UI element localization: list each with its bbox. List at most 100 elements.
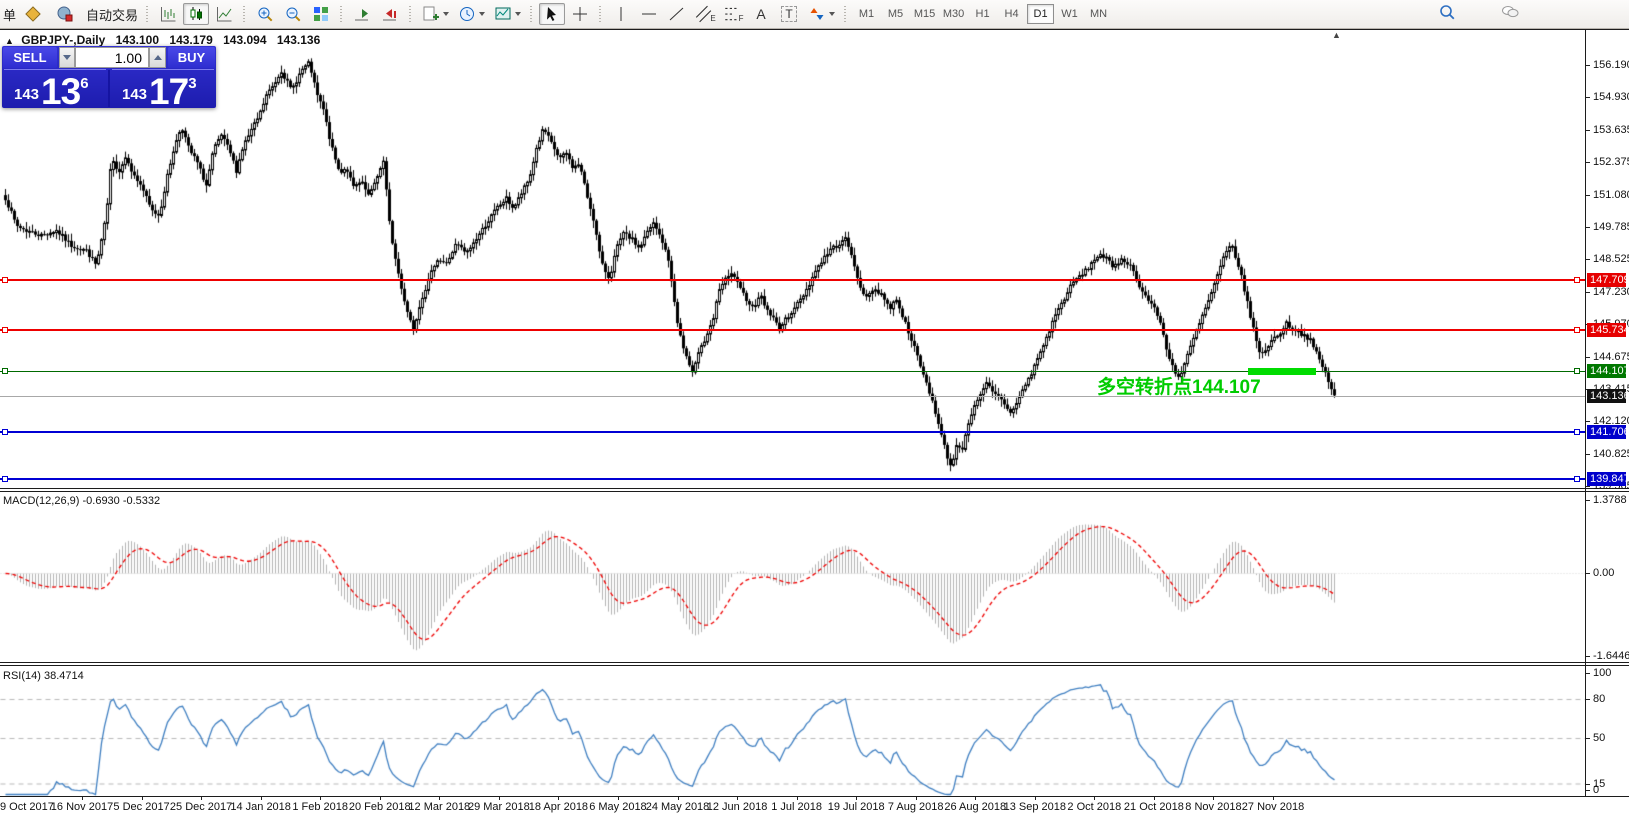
timeframe-h4[interactable]: H4: [998, 4, 1025, 24]
text-label-tool[interactable]: T: [776, 3, 802, 25]
time-axis-tick: [916, 797, 917, 800]
time-axis-label: 21 Oct 2018: [1124, 801, 1184, 813]
fibonacci-tool[interactable]: F: [720, 3, 746, 25]
timeframe-m5[interactable]: M5: [882, 4, 909, 24]
time-axis-tick: [1154, 797, 1155, 800]
volume-decrease-button[interactable]: [59, 47, 75, 68]
arrows-tool[interactable]: [804, 3, 838, 25]
time-axis-label: 1 Feb 2018: [292, 801, 348, 813]
macd-axis-tick: [1586, 573, 1590, 574]
periods-button[interactable]: [454, 3, 488, 25]
horizontal-line[interactable]: [0, 371, 1585, 372]
time-axis-label: 9 Oct 2017: [0, 801, 54, 813]
time-axis-tick: [856, 797, 857, 800]
time-axis-label: 14 Jan 2018: [230, 801, 291, 813]
price-axis-border: [1585, 30, 1586, 796]
timeframe-m15[interactable]: M15: [911, 4, 938, 24]
time-axis-tick: [1213, 797, 1214, 800]
line-handle[interactable]: [1574, 429, 1580, 435]
time-axis-label: 12 Jun 2018: [707, 801, 768, 813]
chart-shift-button[interactable]: [377, 3, 403, 25]
chart-bars-button[interactable]: [155, 3, 181, 25]
timeframe-d1[interactable]: D1: [1027, 4, 1054, 24]
buy-price[interactable]: 143 17 3: [122, 71, 197, 107]
equidistant-channel-tool[interactable]: E: [692, 3, 718, 25]
buy-button[interactable]: BUY: [168, 47, 215, 68]
line-handle[interactable]: [1574, 368, 1580, 374]
auto-scroll-button[interactable]: [349, 3, 375, 25]
line-handle[interactable]: [2, 327, 8, 333]
rsi-axis-tick: [1586, 673, 1590, 674]
buy-price-big: 17: [149, 76, 188, 107]
line-handle[interactable]: [1574, 327, 1580, 333]
toolbar-grip: [338, 4, 345, 24]
chart-line-button[interactable]: [211, 3, 237, 25]
line-handle[interactable]: [2, 277, 8, 283]
pane-separator[interactable]: [0, 662, 1629, 663]
timeframe-mn[interactable]: MN: [1085, 4, 1112, 24]
price-axis-tick: [1586, 259, 1590, 260]
timeframe-m1[interactable]: M1: [853, 4, 880, 24]
templates-button[interactable]: [490, 3, 524, 25]
chat-icon[interactable]: [1498, 3, 1522, 21]
main-chart-canvas[interactable]: [0, 30, 1585, 488]
pane-separator[interactable]: [0, 665, 1629, 666]
sell-price[interactable]: 143 13 6: [14, 71, 89, 107]
vertical-line-tool[interactable]: [608, 3, 634, 25]
label-tool-glyph: T: [781, 6, 796, 22]
macd-canvas[interactable]: [0, 492, 1585, 662]
price-badge: 145.734: [1587, 323, 1626, 337]
horizontal-line-tool[interactable]: [636, 3, 662, 25]
horizontal-line[interactable]: [0, 279, 1585, 281]
price-badge: 144.107: [1587, 364, 1626, 378]
line-handle[interactable]: [1574, 277, 1580, 283]
panel-divider: [112, 69, 214, 70]
macd-label: MACD(12,26,9) -0.6930 -0.5332: [3, 495, 160, 507]
line-handle[interactable]: [1574, 476, 1580, 482]
volume-input[interactable]: [75, 47, 149, 68]
sell-button[interactable]: SELL: [3, 47, 57, 68]
horizontal-line[interactable]: [0, 431, 1585, 433]
timeframe-h1[interactable]: H1: [969, 4, 996, 24]
timeframe-w1[interactable]: W1: [1056, 4, 1083, 24]
search-icon[interactable]: [1438, 3, 1456, 21]
line-handle[interactable]: [2, 368, 8, 374]
macd-axis-tick: [1586, 500, 1590, 501]
time-axis-tick: [975, 797, 976, 800]
macd-axis-label: 0.00: [1593, 567, 1614, 579]
trendline-tool[interactable]: [664, 3, 690, 25]
rsi-axis-label: 100: [1593, 667, 1611, 679]
timeframe-m30[interactable]: M30: [940, 4, 967, 24]
autotrading-icon[interactable]: [48, 3, 82, 25]
zoom-out-button[interactable]: [280, 3, 306, 25]
line-handle[interactable]: [2, 476, 8, 482]
tile-windows-button[interactable]: [308, 3, 334, 25]
scroll-to-end-marker[interactable]: ▲: [1332, 30, 1341, 40]
volume-increase-button[interactable]: [149, 47, 166, 68]
time-axis-label: 20 Feb 2018: [349, 801, 411, 813]
cursor-button[interactable]: [539, 3, 565, 25]
horizontal-line[interactable]: [0, 329, 1585, 331]
new-order-button[interactable]: 单: [0, 5, 19, 24]
ohlc-open: 143.100: [116, 33, 159, 47]
line-handle[interactable]: [2, 429, 8, 435]
pane-separator[interactable]: [0, 488, 1629, 489]
price-axis-label: 154.930: [1593, 91, 1629, 103]
autotrading-label[interactable]: 自动交易: [83, 5, 141, 24]
price-axis-label: 140.825: [1593, 448, 1629, 460]
annotation-text[interactable]: 多空转折点144.107: [1097, 372, 1261, 399]
time-axis-label: 25 Dec 2017: [170, 801, 232, 813]
chart-candles-button[interactable]: [183, 3, 209, 25]
text-tool[interactable]: A: [748, 3, 774, 25]
crosshair-button[interactable]: [567, 3, 593, 25]
rsi-canvas[interactable]: [0, 667, 1585, 796]
collapse-icon[interactable]: ▲: [5, 36, 14, 46]
horizontal-line[interactable]: [0, 478, 1585, 480]
sell-price-big: 13: [41, 76, 80, 107]
zoom-in-button[interactable]: [252, 3, 278, 25]
new-order-icon[interactable]: [20, 3, 46, 25]
dropdown-caret: [443, 12, 449, 16]
channel-sub-glyph: E: [710, 14, 715, 23]
new-chart-button[interactable]: [418, 3, 452, 25]
price-axis-label: 144.675: [1593, 351, 1629, 363]
